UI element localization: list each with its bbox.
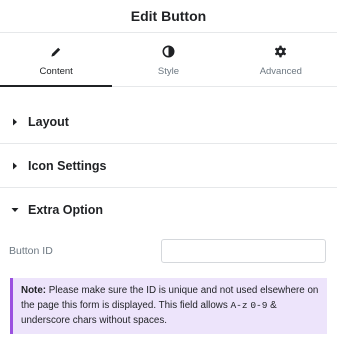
section-layout-title: Layout [28, 114, 69, 129]
section-icon-settings[interactable]: Icon Settings [0, 144, 337, 188]
tab-content[interactable]: Content [0, 33, 113, 87]
button-id-input[interactable] [161, 239, 326, 263]
contrast-icon [161, 45, 175, 59]
button-id-row: Button ID [0, 239, 337, 263]
caret-right-icon [10, 161, 20, 171]
section-extra-option[interactable]: Extra Option [0, 188, 337, 232]
tab-advanced-label: Advanced [259, 65, 302, 77]
panel-title: Edit Button [130, 8, 207, 24]
note-box: Note: Please make sure the ID is unique … [10, 278, 327, 334]
section-layout[interactable]: Layout [0, 100, 337, 144]
tab-style-label: Style [157, 65, 180, 77]
section-icon-settings-title: Icon Settings [28, 158, 107, 173]
button-id-label: Button ID [9, 245, 53, 257]
note-code-2: 0-9 [250, 300, 268, 311]
tab-advanced[interactable]: Advanced [225, 33, 337, 86]
tab-style[interactable]: Style [112, 33, 224, 86]
panel-header: Edit Button [0, 0, 337, 32]
pencil-icon [49, 45, 63, 59]
caret-down-icon [10, 205, 20, 215]
gear-icon [274, 45, 288, 59]
section-extra-option-title: Extra Option [28, 203, 104, 217]
note-code-1: A-z [230, 300, 248, 311]
caret-right-icon [10, 117, 20, 127]
note-bold-label: Note: [21, 285, 47, 296]
tab-bar: Content Style Advanced [0, 32, 337, 87]
tab-content-label: Content [39, 65, 73, 77]
